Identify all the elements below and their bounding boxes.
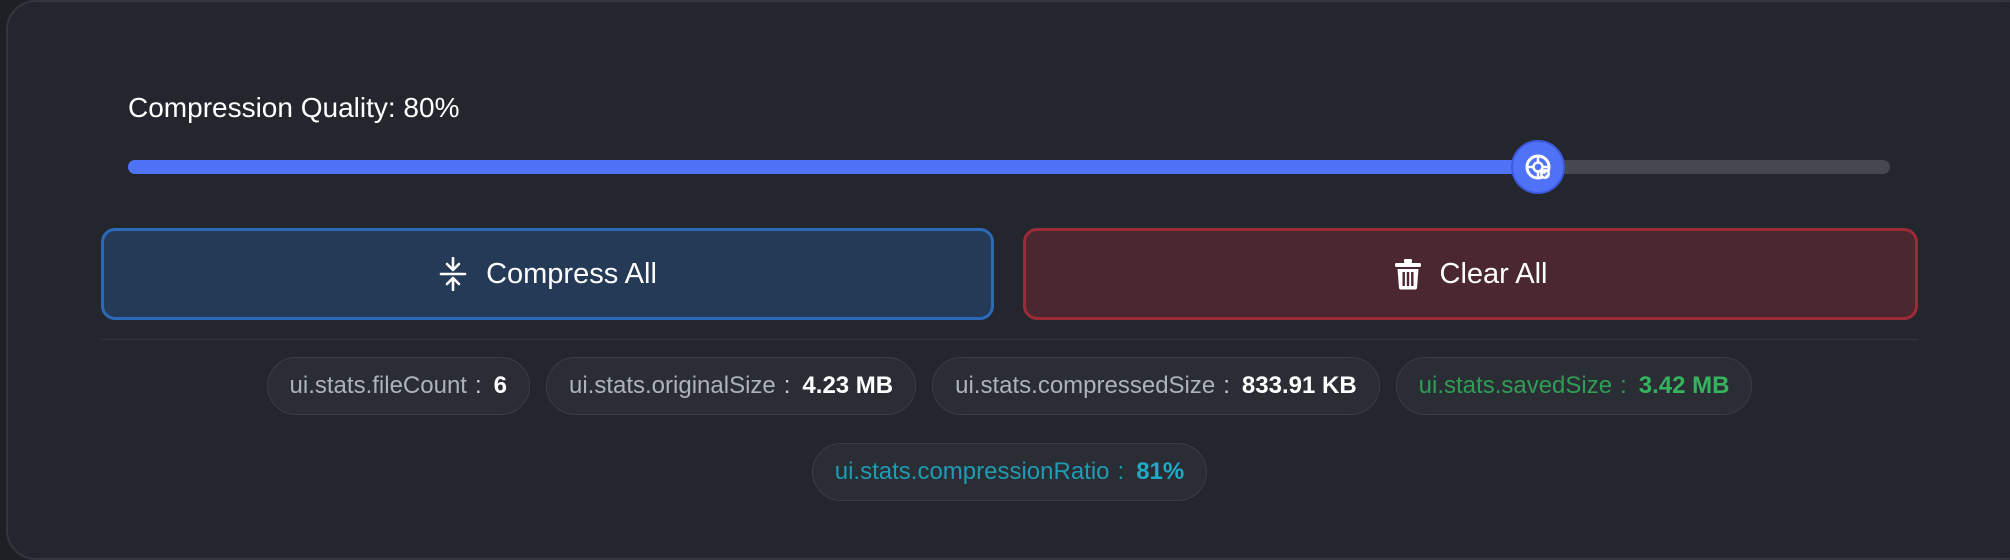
stat-key: ui.stats.compressionRatio	[834, 458, 1110, 485]
trash-icon	[1394, 259, 1421, 290]
clear-all-label: Clear All	[1439, 257, 1548, 290]
compression-quality-label: Compression Quality: 80%	[128, 92, 460, 123]
clear-all-button[interactable]: Clear All	[1023, 228, 1918, 320]
stat-separator: :	[1223, 372, 1230, 399]
stat-file-count: ui.stats.fileCount : 6	[266, 357, 530, 415]
stat-key: ui.stats.originalSize	[568, 372, 776, 399]
stat-compressed-size: ui.stats.compressedSize : 833.91 KB	[932, 357, 1380, 415]
stat-separator: :	[474, 372, 482, 399]
stat-value: 3.42 MB	[1638, 372, 1730, 399]
stat-separator: :	[783, 372, 791, 399]
stat-value: 6	[493, 372, 507, 399]
stat-original-size: ui.stats.originalSize : 4.23 MB	[545, 357, 917, 415]
stat-key: ui.stats.fileCount	[289, 372, 467, 399]
slider-fill	[128, 160, 1538, 174]
stat-value: 4.23 MB	[802, 372, 894, 399]
slider-thumb[interactable]	[1512, 142, 1563, 192]
stat-compression-ratio: ui.stats.compressionRatio : 81%	[811, 443, 1208, 501]
stats-bar: ui.stats.fileCount : 6 ui.stats.original…	[101, 357, 1918, 501]
compress-icon	[439, 257, 467, 291]
stat-value: 833.91 KB	[1241, 372, 1357, 399]
slider-track[interactable]	[128, 160, 1890, 174]
stat-value: 81%	[1136, 458, 1185, 485]
stat-key: ui.stats.compressedSize	[955, 372, 1216, 399]
stat-separator: :	[1117, 458, 1125, 485]
divider	[101, 339, 1918, 340]
stat-saved-size: ui.stats.savedSize : 3.42 MB	[1395, 357, 1753, 415]
stat-key: ui.stats.savedSize	[1418, 372, 1613, 399]
compress-all-button[interactable]: Compress All	[101, 228, 994, 320]
compression-quality-slider[interactable]	[128, 142, 1890, 192]
lifebuoy-icon	[1525, 154, 1551, 180]
stat-separator: :	[1620, 372, 1627, 399]
compress-all-label: Compress All	[486, 257, 657, 290]
